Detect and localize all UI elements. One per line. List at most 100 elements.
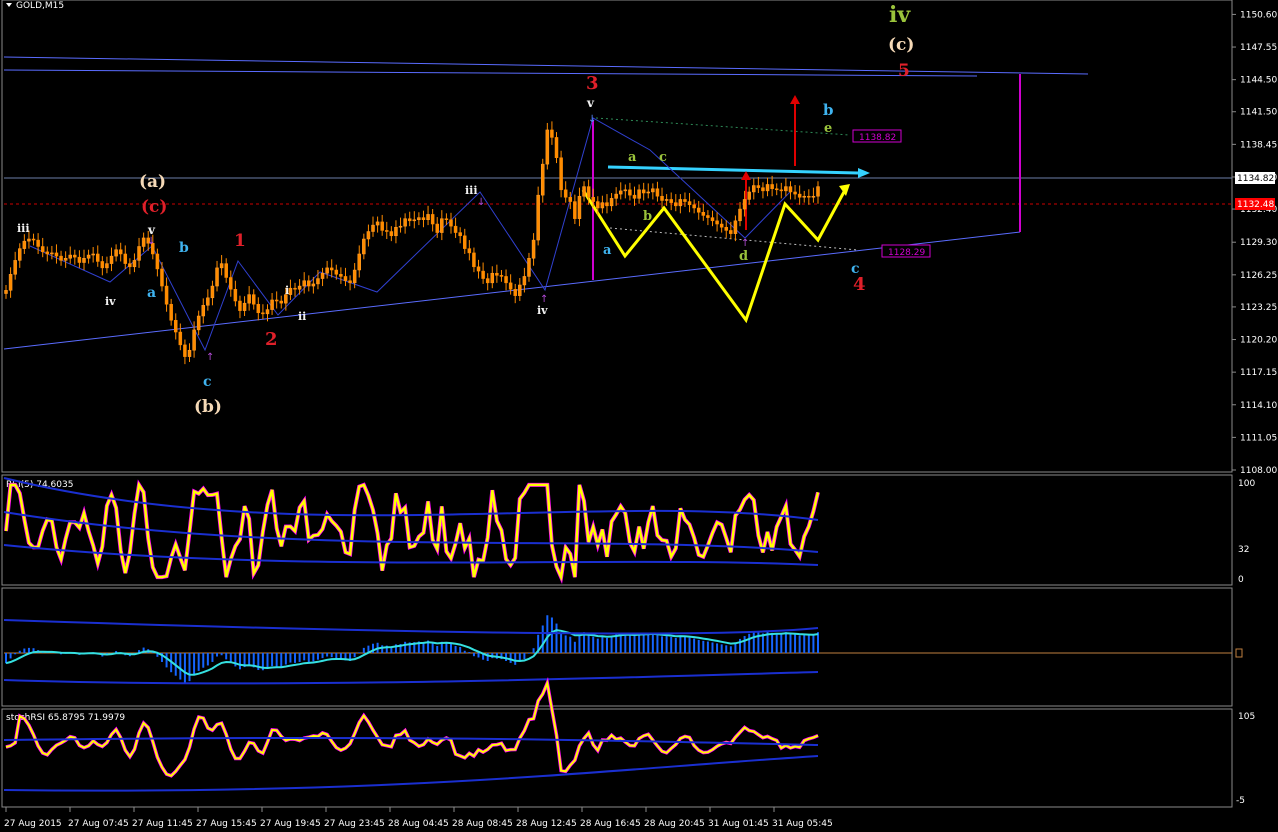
candle-body [123,253,128,264]
candle-body [674,202,678,207]
wave-label: 1 [234,231,246,251]
wave-label: b [643,209,652,224]
candle-body [719,223,724,228]
candle-body [307,280,311,287]
level-label-upper[interactable]: 1138.82 [852,129,902,143]
time-tick-label: 28 Aug 08:45 [452,819,513,828]
candle-body [173,320,178,333]
candle-body [178,331,183,346]
candle-body [201,305,206,317]
candle-body [316,278,320,285]
candle-body [733,220,738,234]
candle-body [742,199,747,210]
candle-body [495,272,499,276]
candle-body [407,218,412,222]
candle-body [141,237,146,247]
candle-body [518,284,522,296]
candle-body [63,258,68,261]
time-tick-label: 28 Aug 16:45 [580,819,641,828]
time-tick-label: 28 Aug 12:45 [516,819,577,828]
candle-body [463,235,467,249]
wave-label: 4 [853,274,866,295]
wave-label: v [586,96,595,110]
candle-body [357,253,361,271]
chart-background [0,0,1278,828]
candle-body [261,312,265,315]
candle-body [568,197,573,202]
candle-body [527,258,531,277]
candle-body [623,189,628,192]
candle-body [692,204,696,209]
candle-body [343,276,348,281]
candle-body [403,218,407,227]
candle-body [132,260,137,268]
time-tick-label: 31 Aug 01:45 [708,819,769,828]
candle-body [155,253,160,270]
candle-body [297,285,302,290]
candle-body [756,185,761,188]
candle-body [54,252,59,257]
wave-label: (c) [888,35,914,55]
candle-body [779,189,784,192]
candle-body [641,189,646,194]
level-1138-label: 1138.82 [859,133,896,143]
wave-label: c [203,374,212,390]
candle-body [380,221,384,231]
price-tick-label: 1117.15 [1240,368,1277,378]
candle-body [807,195,811,198]
wave-label: d [739,249,748,264]
wave-label: 5 [898,61,910,81]
candle-body [729,230,733,234]
candle-body [238,300,242,311]
candle-body [485,278,490,284]
candle-body [13,260,17,275]
candle-body [371,224,375,232]
fractal-up-icon: ↑ [741,238,749,249]
candle-body [339,274,343,277]
price-tick-label: 1120.20 [1240,336,1277,346]
wave-label: b [179,240,189,256]
candle-body [508,282,513,290]
candle-body [18,248,22,261]
candle-body [770,184,774,189]
level-label-lower[interactable]: 1128.29 [881,244,931,258]
candle-body [329,267,334,271]
candle-body [490,272,495,284]
candle-body [394,226,398,237]
candle-body [536,194,540,241]
candle-body [128,263,132,268]
candle-body [430,214,435,225]
candle-body [573,201,577,219]
candle-body [164,285,169,305]
fractal-down-icon: ↓ [588,114,596,125]
candle-body [421,217,426,221]
candle-body [499,275,504,277]
price-tick-label: 1129.30 [1240,238,1277,248]
wave-label: c [659,150,667,165]
chart-window[interactable]: GOLD,M15 1150.60 1147.55 1144.50 1141.50… [0,0,1278,829]
candle-body [761,187,765,192]
price-tick-label: 1141.50 [1240,108,1277,118]
candle-body [582,186,586,197]
candle-body [669,199,673,203]
candle-body [531,239,536,259]
chart-canvas[interactable]: GOLD,M15 1150.601147.551144.501141.50113… [0,0,1278,829]
candle-body [476,266,481,272]
candle-body [784,186,788,192]
candle-body [187,349,192,357]
candle-body [91,253,95,256]
candle-body [114,249,118,257]
candle-body [628,189,632,196]
price-tick-label: 1126.25 [1240,271,1277,281]
candle-body [59,255,63,261]
candle-body [334,269,339,275]
wave-label: iv [105,295,116,308]
candle-body [385,230,389,232]
wave-label: iii [465,184,478,197]
candle-body [706,215,710,218]
candle-body [242,302,247,311]
candle-body [183,344,187,357]
candle-body [513,289,517,296]
price-tick-label: 1150.60 [1240,10,1277,20]
candle-body [105,263,109,269]
